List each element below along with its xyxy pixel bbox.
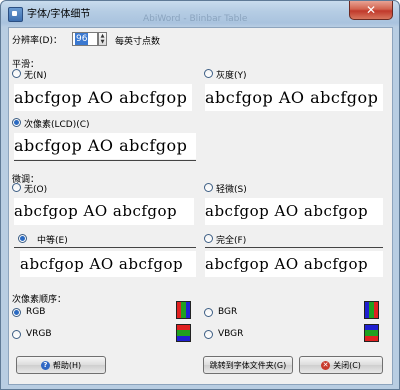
rgb-swatch-icon — [176, 301, 191, 319]
hinting-full-label[interactable]: 完全(F) — [216, 233, 246, 246]
hinting-none-radio[interactable] — [12, 183, 21, 192]
resolution-input[interactable]: 96 — [72, 32, 98, 46]
dialog-body: 分辨率(D)： 96 ▲ ▼ 每英寸点数 平滑： 无(N) abcfgop AO … — [8, 27, 393, 385]
order-vrgb-radio[interactable] — [12, 330, 21, 339]
resolution-unit: 每英寸点数 — [115, 37, 161, 47]
hinting-none-sample: abcfgop AO abcfgop — [14, 198, 194, 225]
order-bgr-label[interactable]: BGR — [218, 307, 237, 317]
help-button[interactable]: ? 帮助(H) — [16, 356, 106, 374]
smoothing-subpixel-label[interactable]: 次像素(LCD)(C) — [24, 117, 90, 130]
resolution-value: 96 — [75, 33, 89, 45]
vbgr-swatch-icon — [364, 324, 379, 342]
hinting-medium-radio[interactable] — [18, 234, 27, 243]
vrgb-swatch-icon — [176, 324, 191, 342]
smoothing-grayscale-radio[interactable] — [204, 69, 213, 78]
hinting-medium-sample: abcfgop AO abcfgop — [20, 251, 196, 277]
order-vbgr-label[interactable]: VBGR — [218, 329, 243, 339]
window-close-button[interactable]: ✕ — [349, 1, 393, 20]
smoothing-grayscale-sample: abcfgop AO abcfgop — [205, 84, 383, 111]
help-button-label: 帮助(H) — [52, 361, 82, 370]
hinting-full-sample: abcfgop AO abcfgop — [205, 251, 383, 277]
smoothing-subpixel-underline — [14, 160, 196, 161]
order-rgb-radio[interactable] — [12, 308, 21, 317]
subpixel-order-heading: 次像素顺序： — [12, 295, 67, 305]
smoothing-subpixel-sample: abcfgop AO abcfgop — [14, 133, 196, 159]
close-icon: ✕ — [321, 361, 331, 370]
smoothing-grayscale-label[interactable]: 灰度(Y) — [216, 68, 247, 81]
go-to-font-folder-button[interactable]: 跳转到字体文件夹(G) — [203, 356, 293, 374]
resolution-label: 分辨率(D)： — [12, 36, 62, 46]
go-to-font-folder-label: 跳转到字体文件夹(G) — [209, 361, 287, 370]
order-vbgr-radio[interactable] — [204, 330, 213, 339]
resolution-spinner[interactable]: ▲ ▼ — [98, 32, 107, 46]
hinting-medium-label[interactable]: 中等(E) — [37, 233, 68, 246]
hinting-full-radio[interactable] — [204, 234, 213, 243]
font-details-window: 字体/字体细节 AbiWord - Blinbar Table ✕ 分辨率(D)… — [0, 0, 400, 390]
order-bgr-radio[interactable] — [204, 308, 213, 317]
background-window-title: AbiWord - Blinbar Table — [143, 14, 248, 24]
smoothing-none-radio[interactable] — [12, 69, 21, 78]
hinting-slight-radio[interactable] — [204, 183, 213, 192]
hinting-none-label[interactable]: 无(O) — [24, 182, 47, 195]
smoothing-none-label[interactable]: 无(N) — [24, 68, 47, 81]
help-icon: ? — [40, 361, 50, 370]
close-button[interactable]: ✕ 关闭(C) — [299, 356, 383, 374]
hinting-slight-sample: abcfgop AO abcfgop — [205, 198, 383, 225]
hinting-medium-underline — [14, 247, 196, 248]
bgr-swatch-icon — [364, 301, 379, 319]
title-bar[interactable]: 字体/字体细节 AbiWord - Blinbar Table ✕ — [1, 1, 399, 27]
smoothing-none-sample: abcfgop AO abcfgop — [14, 84, 192, 111]
order-vrgb-label[interactable]: VRGB — [26, 329, 52, 339]
smoothing-subpixel-radio[interactable] — [12, 118, 21, 127]
order-rgb-label[interactable]: RGB — [26, 307, 45, 317]
close-button-label: 关闭(C) — [333, 361, 361, 370]
hinting-slight-label[interactable]: 轻微(S) — [216, 182, 247, 195]
app-icon — [8, 7, 23, 22]
hinting-full-underline — [205, 247, 383, 248]
window-title: 字体/字体细节 — [27, 9, 91, 20]
